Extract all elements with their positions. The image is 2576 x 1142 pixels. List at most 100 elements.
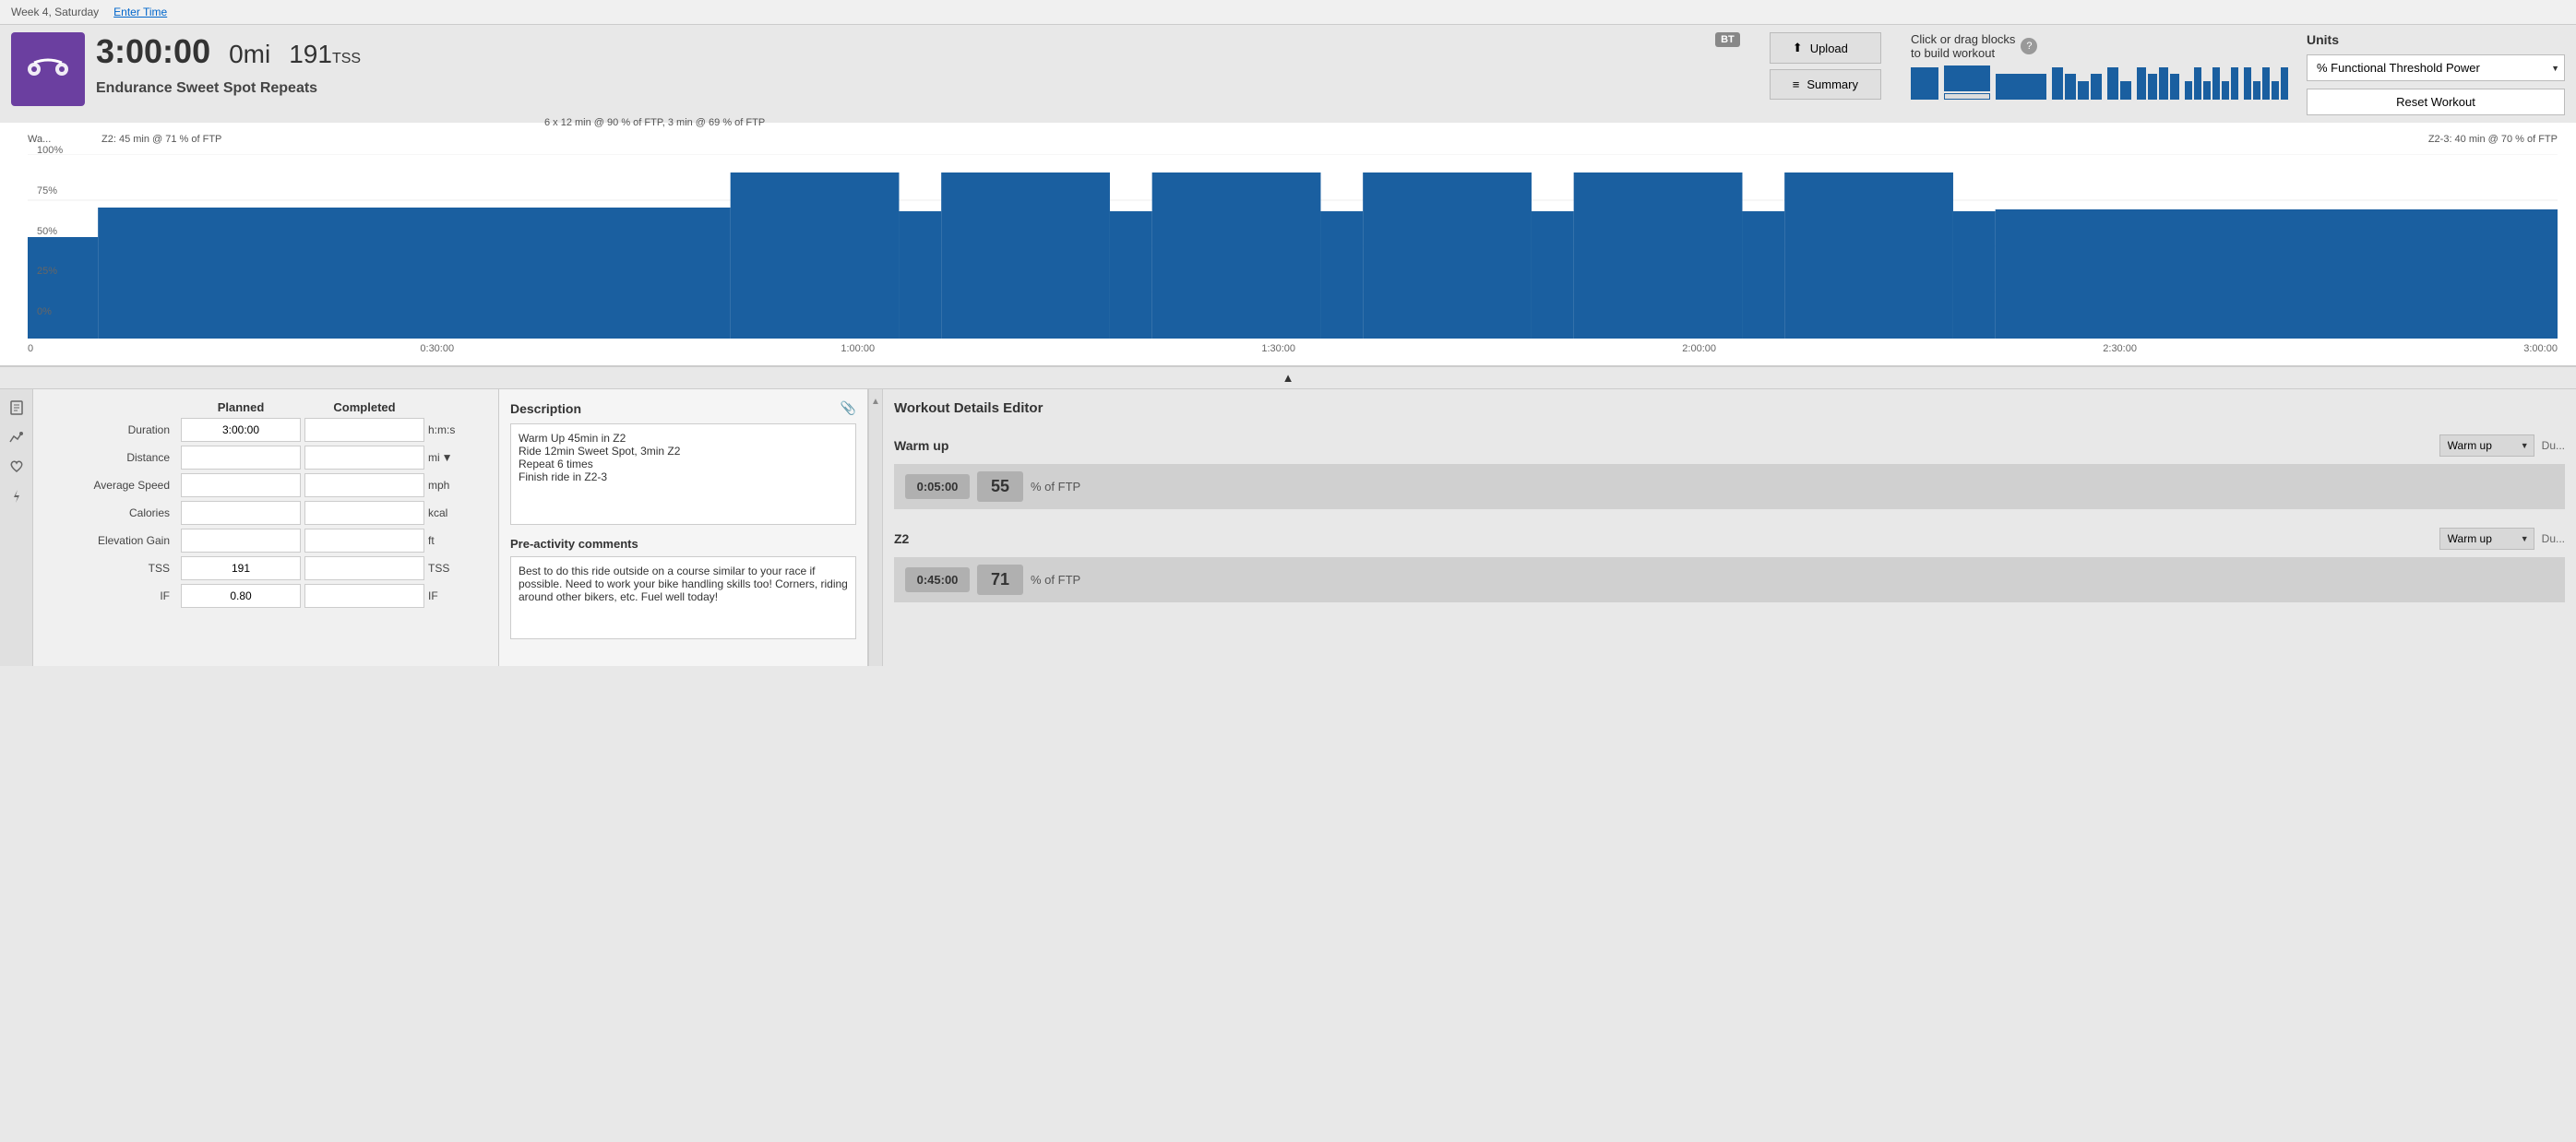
z2-type-wrapper[interactable]: Warm up Steady State Cool Down: [2439, 528, 2534, 550]
workout-duration: 3:00:00: [96, 32, 210, 71]
x-label-120: 2:00:00: [1682, 343, 1716, 354]
elevation-label: Elevation Gain: [48, 534, 177, 547]
chart-annotations: Wa... Z2: 45 min @ 71 % of FTP 6 x 12 mi…: [28, 134, 2558, 152]
duration-label: Duration: [48, 423, 177, 436]
details-header: Planned Completed: [48, 400, 483, 414]
sidebar-icon-1[interactable]: [6, 397, 28, 419]
panel-divider[interactable]: ▲: [868, 389, 883, 666]
editor-title: Workout Details Editor: [894, 400, 2565, 416]
block-thumb-1[interactable]: [1911, 67, 1938, 100]
z2-name: Z2: [894, 531, 909, 546]
avg-speed-completed-input[interactable]: [304, 473, 424, 497]
action-buttons: ⬆ Upload ≡ Summary: [1770, 32, 1881, 115]
block-thumb-8[interactable]: [2244, 67, 2288, 100]
elevation-unit: ft: [428, 534, 483, 547]
block-thumb-4[interactable]: [2052, 67, 2102, 100]
x-label-150: 2:30:00: [2103, 343, 2137, 354]
sidebar-icon-4[interactable]: [6, 485, 28, 507]
warm-up-power: 55: [977, 471, 1023, 502]
reset-workout-button[interactable]: Reset Workout: [2307, 89, 2565, 115]
if-planned-input[interactable]: [181, 584, 301, 608]
upload-button[interactable]: ⬆ Upload: [1770, 32, 1881, 64]
sidebar-icon-3[interactable]: [6, 456, 28, 478]
elevation-planned-input[interactable]: [181, 529, 301, 553]
z2-segment: 0:45:00 71 % of FTP: [894, 557, 2565, 602]
collapse-button[interactable]: ▲: [0, 367, 2576, 389]
y-axis: 100% 75% 50% 25% 0%: [37, 145, 63, 317]
units-label: Units: [2307, 32, 2565, 47]
duration-planned-input[interactable]: [181, 418, 301, 442]
block-thumb-7[interactable]: [2185, 67, 2238, 100]
description-title-row: Description 📎: [510, 400, 856, 416]
block-thumbnails: [1911, 65, 2288, 100]
elevation-completed-input[interactable]: [304, 529, 424, 553]
calories-completed-input[interactable]: [304, 501, 424, 525]
description-textarea[interactable]: Warm Up 45min in Z2 Ride 12min Sweet Spo…: [510, 423, 856, 525]
units-select-wrapper[interactable]: % Functional Threshold Power Watts Heart…: [2307, 54, 2565, 81]
workout-distance: 0mi: [229, 40, 270, 69]
avg-speed-planned-input[interactable]: [181, 473, 301, 497]
chevron-up-icon: ▲: [1282, 371, 1294, 385]
avg-speed-row: Average Speed mph: [48, 473, 483, 497]
summary-button[interactable]: ≡ Summary: [1770, 69, 1881, 100]
duration-completed-input[interactable]: [304, 418, 424, 442]
blocks-units-area: Click or drag blocksto build workout ?: [1911, 32, 2565, 115]
z2-ftp-label: % of FTP: [1031, 573, 1080, 587]
if-completed-input[interactable]: [304, 584, 424, 608]
warm-up-name: Warm up: [894, 438, 948, 453]
chart-section: 100% 75% 50% 25% 0% Wa... Z2: 45 min @ 7…: [0, 123, 2576, 367]
calories-planned-input[interactable]: [181, 501, 301, 525]
header-badge: BT: [1715, 32, 1740, 115]
calories-label: Calories: [48, 506, 177, 519]
description-title-text: Description: [510, 401, 581, 416]
description-panel: Description 📎 Warm Up 45min in Z2 Ride 1…: [499, 389, 868, 666]
if-row: IF IF: [48, 584, 483, 608]
paperclip-icon[interactable]: 📎: [841, 400, 856, 416]
z2-power: 71: [977, 565, 1023, 595]
tss-completed-input[interactable]: [304, 556, 424, 580]
enter-time-link[interactable]: Enter Time: [113, 6, 167, 18]
headphone-icon: [25, 55, 71, 83]
annotation-intervals: 6 x 12 min @ 90 % of FTP, 3 min @ 69 % o…: [544, 117, 765, 128]
block-thumb-2[interactable]: [1944, 65, 1990, 100]
warm-up-ftp-label: % of FTP: [1031, 480, 1080, 494]
divider-icon: ▲: [871, 397, 880, 407]
block-thumb-5[interactable]: [2107, 67, 2131, 100]
bolt-icon: [8, 488, 25, 505]
help-button[interactable]: ?: [2021, 38, 2037, 54]
units-select[interactable]: % Functional Threshold Power Watts Heart…: [2307, 54, 2565, 81]
sidebar-icon-2[interactable]: [6, 426, 28, 448]
y-label-75: 75%: [37, 185, 63, 196]
chart-area: Wa... Z2: 45 min @ 71 % of FTP 6 x 12 mi…: [28, 134, 2558, 354]
z2-header: Z2 Warm up Steady State Cool Down Du...: [894, 520, 2565, 557]
z2-type-select[interactable]: Warm up Steady State Cool Down: [2439, 528, 2534, 550]
warm-up-duration-label: Du...: [2542, 439, 2565, 452]
warm-up-time: 0:05:00: [905, 474, 970, 499]
z2-block: Z2 Warm up Steady State Cool Down Du... …: [894, 520, 2565, 602]
pre-activity-textarea[interactable]: Best to do this ride outside on a course…: [510, 556, 856, 639]
heart-icon: [8, 458, 25, 475]
workout-chart-svg: [28, 154, 2558, 339]
top-bar: Week 4, Saturday Enter Time: [0, 0, 2576, 25]
block-thumb-6[interactable]: [2137, 67, 2179, 100]
z2-duration-label: Du...: [2542, 532, 2565, 545]
distance-unit: mi ▼: [428, 451, 483, 464]
distance-planned-input[interactable]: [181, 446, 301, 470]
summary-icon: ≡: [1793, 77, 1800, 91]
warm-up-type-select[interactable]: Warm up Steady State Cool Down: [2439, 434, 2534, 457]
if-label: IF: [48, 589, 177, 602]
z2-controls: Warm up Steady State Cool Down Du...: [2439, 528, 2565, 550]
warm-up-controls: Warm up Steady State Cool Down Du...: [2439, 434, 2565, 457]
x-label-30: 0:30:00: [420, 343, 454, 354]
upload-icon: ⬆: [1793, 41, 1803, 55]
warm-up-type-wrapper[interactable]: Warm up Steady State Cool Down: [2439, 434, 2534, 457]
distance-unit-chevron[interactable]: ▼: [442, 451, 453, 464]
block-thumb-3[interactable]: [1996, 74, 2046, 100]
distance-completed-input[interactable]: [304, 446, 424, 470]
header-section: 3:00:00 0mi 191TSS Endurance Sweet Spot …: [0, 25, 2576, 123]
pre-activity-title: Pre-activity comments: [510, 537, 856, 551]
workout-details-panel: Planned Completed Duration h:m:s Distanc…: [33, 389, 499, 666]
tss-planned-input[interactable]: [181, 556, 301, 580]
calories-unit: kcal: [428, 506, 483, 519]
workout-icon: [11, 32, 85, 106]
